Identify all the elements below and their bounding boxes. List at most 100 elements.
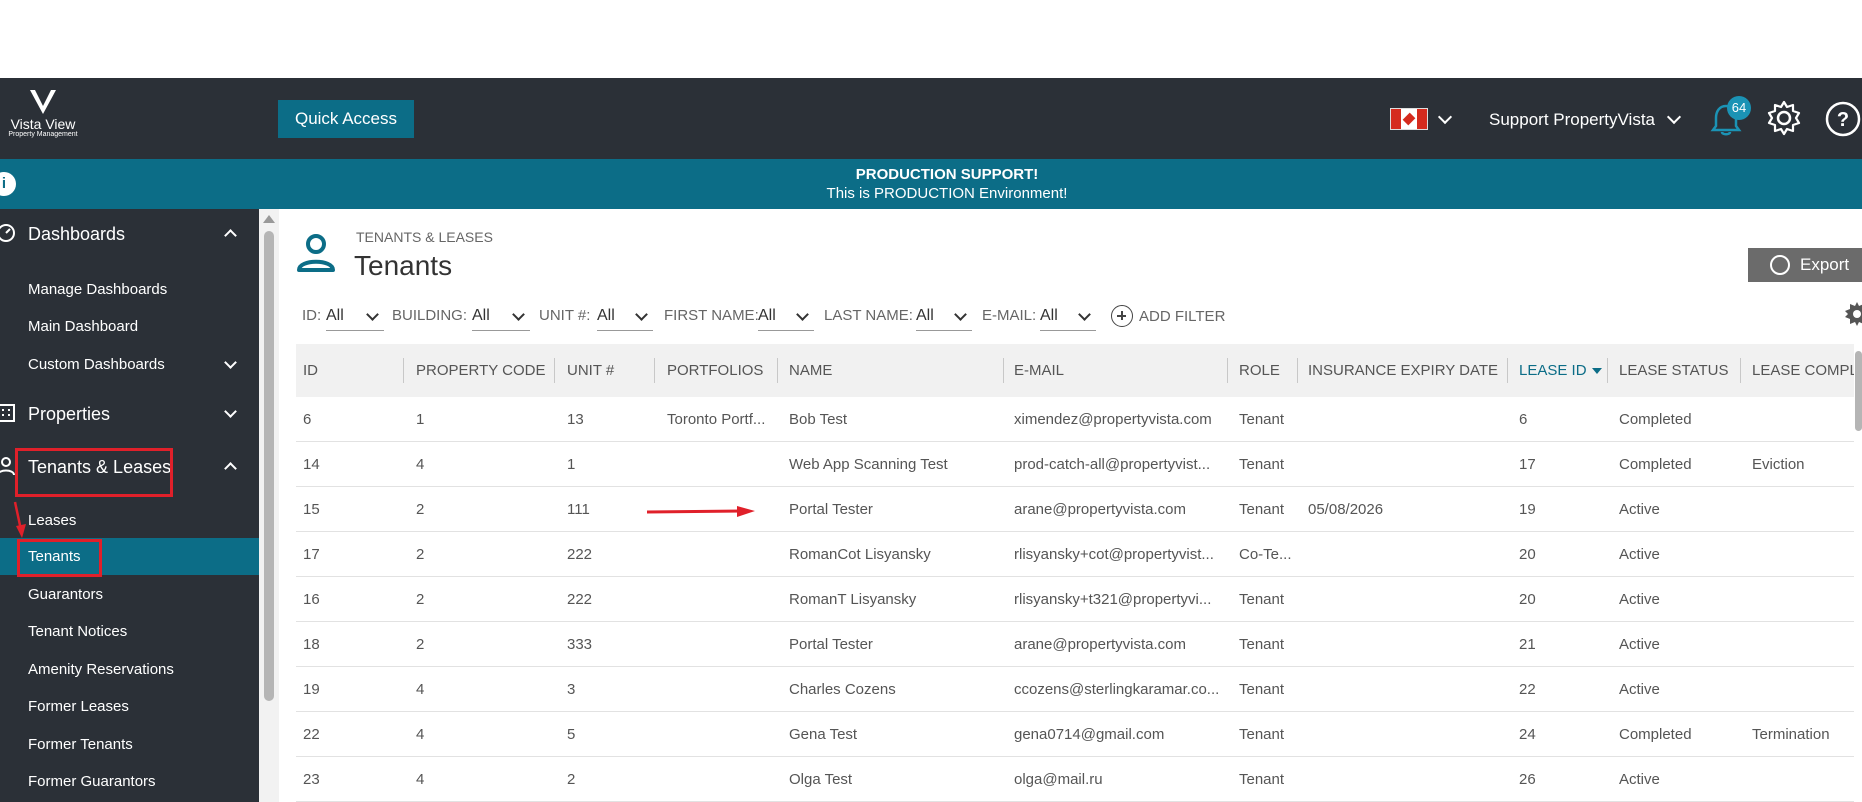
sidebar-item-label: Leases [28,512,77,529]
column-header-unit[interactable]: UNIT # [567,344,614,397]
table-cell: Tenant [1239,411,1285,428]
sidebar-item-leases[interactable]: Leases [0,502,259,539]
logo-name: Vista View [10,116,76,132]
sidebar-item-label: Former Tenants [28,736,133,753]
chevron-down-icon[interactable] [796,308,809,321]
table-row[interactable]: 16 2 222 RomanT Lisyansky rlisyansky+t321@pr… [296,577,1854,622]
table-row[interactable]: 15 2 111 Portal Tester arane@propertyvista.c… [296,487,1854,532]
table-cell: 222 [567,591,593,608]
export-button[interactable]: Export [1748,248,1862,282]
user-chevron-down-icon[interactable] [1666,109,1682,125]
table-cell [1308,532,1498,577]
app-logo[interactable]: Vista View Property Management [8,88,78,148]
sidebar-item-amenity-reservations[interactable]: Amenity Reservations [0,651,259,688]
table-row[interactable]: 18 2 333 Portal Tester arane@propertyvista.c… [296,622,1854,667]
table-cell: Olga Test [789,771,853,788]
page-title: Tenants [354,250,453,281]
filter-email[interactable]: E-MAIL: All [982,302,1102,332]
filter-label: LAST NAME: [824,307,913,324]
sidebar-section-properties[interactable]: Properties [0,389,259,439]
filter-value[interactable]: All [758,307,776,325]
table-cell [1308,397,1498,442]
canada-flag-icon[interactable] [1390,108,1428,130]
filter-id[interactable]: ID: All [302,302,386,332]
sidebar-item-former-tenants[interactable]: Former Tenants [0,726,259,763]
filter-value[interactable]: All [326,307,344,325]
table-settings-gear-icon[interactable] [1843,300,1862,328]
chevron-down-icon[interactable] [954,308,967,321]
user-menu[interactable]: Support PropertyVista [1489,110,1655,130]
sidebar-item-tenant-notices[interactable]: Tenant Notices [0,613,259,650]
table-cell [1752,577,1854,622]
table-row[interactable]: 23 4 2 Olga Test olga@mail.ru Tenant 26 Active [296,757,1854,802]
column-header-role[interactable]: ROLE [1239,344,1280,397]
filter-building[interactable]: BUILDING: All [392,302,532,332]
breadcrumb[interactable]: TENANTS & LEASES [356,229,493,245]
sidebar-item-main-dashboard[interactable]: Main Dashboard [0,308,259,345]
sidebar-item-former-leases[interactable]: Former Leases [0,688,259,725]
svg-text:?: ? [1837,109,1849,131]
sidebar-item-guarantors[interactable]: Guarantors [0,576,259,613]
table-cell: 6 [303,411,312,428]
table-row[interactable]: 22 4 5 Gena Test gena0714@gmail.com Tenant 24 C… [296,712,1854,757]
sidebar-section-dashboards[interactable]: Dashboards [0,209,259,259]
chevron-down-icon[interactable] [366,308,379,321]
filter-value[interactable]: All [1040,307,1058,325]
column-header-property-code[interactable]: PROPERTY CODE [416,344,545,397]
filter-label: FIRST NAME: [664,307,759,324]
notification-count-badge: 64 [1727,96,1751,120]
export-icon [1770,255,1790,275]
filter-value[interactable]: All [597,307,615,325]
filter-last-name[interactable]: LAST NAME: All [824,302,974,332]
scroll-up-arrow-icon[interactable] [263,215,275,223]
column-header-lease-id[interactable]: LEASE ID [1519,344,1587,397]
table-row[interactable]: 14 4 1 Web App Scanning Test prod-catch-all@… [296,442,1854,487]
table-header: ID PROPERTY CODE UNIT # PORTFOLIOS NAME … [296,344,1854,397]
table-cell: olga@mail.ru [1014,771,1103,788]
column-header-email[interactable]: E-MAIL [1014,344,1064,397]
column-header-insurance-expiry[interactable]: INSURANCE EXPIRY DATE [1308,344,1498,397]
filter-unit[interactable]: UNIT #: All [539,302,659,332]
sidebar-item-custom-dashboards[interactable]: Custom Dashboards [0,346,259,383]
language-chevron-down-icon[interactable] [1437,109,1453,125]
table-cell: 20 [1519,591,1536,608]
table-cell: Web App Scanning Test [789,456,948,473]
tenant-person-icon [297,234,335,272]
table-cell: Tenant [1239,681,1285,698]
filter-value[interactable]: All [472,307,490,325]
sidebar-item-former-guarantors[interactable]: Former Guarantors [0,763,259,800]
table-cell: 2 [416,501,425,518]
table-row[interactable]: 6 1 13 Toronto Portf... Bob Test ximendez@pro… [296,397,1854,442]
column-header-lease-status[interactable]: LEASE STATUS [1619,344,1728,397]
filter-value[interactable]: All [916,307,934,325]
chevron-down-icon[interactable] [1078,308,1091,321]
column-header-portfolios[interactable]: PORTFOLIOS [667,344,763,397]
table-row[interactable]: 19 4 3 Charles Cozens ccozens@sterlingkarama… [296,667,1854,712]
sort-descending-icon[interactable] [1592,368,1602,374]
table-scrollbar-thumb[interactable] [1855,351,1862,431]
table-cell: 1 [416,411,425,428]
help-icon[interactable]: ? [1824,100,1862,138]
table-cell: Completed [1619,456,1692,473]
table-cell: Termination [1752,726,1830,743]
table-cell: Active [1619,681,1660,698]
scrollbar-thumb[interactable] [264,231,274,701]
chevron-down-icon[interactable] [635,308,648,321]
column-header-id[interactable]: ID [303,344,318,397]
settings-gear-icon[interactable] [1766,100,1802,136]
top-header: Vista View Property Management Quick Acc… [0,78,1862,159]
table-cell: rlisyansky+t321@propertyvi... [1014,591,1212,608]
column-header-lease-completion[interactable]: LEASE COMPL [1752,344,1854,397]
filter-label: BUILDING: [392,307,468,324]
sidebar-scrollbar[interactable] [259,209,279,802]
sidebar-item-manage-dashboards[interactable]: Manage Dashboards [0,271,259,308]
sidebar-item-label: Former Guarantors [28,773,156,790]
quick-access-button[interactable]: Quick Access [278,100,414,138]
table-row[interactable]: 17 2 222 RomanCot Lisyansky rlisyansky+cot@p… [296,532,1854,577]
column-header-name[interactable]: NAME [789,344,832,397]
chevron-down-icon[interactable] [512,308,525,321]
table-cell: 3 [567,681,576,698]
table-cell: 18 [303,636,320,653]
filter-first-name[interactable]: FIRST NAME: All [664,302,814,332]
table-cell: 19 [1519,501,1536,518]
